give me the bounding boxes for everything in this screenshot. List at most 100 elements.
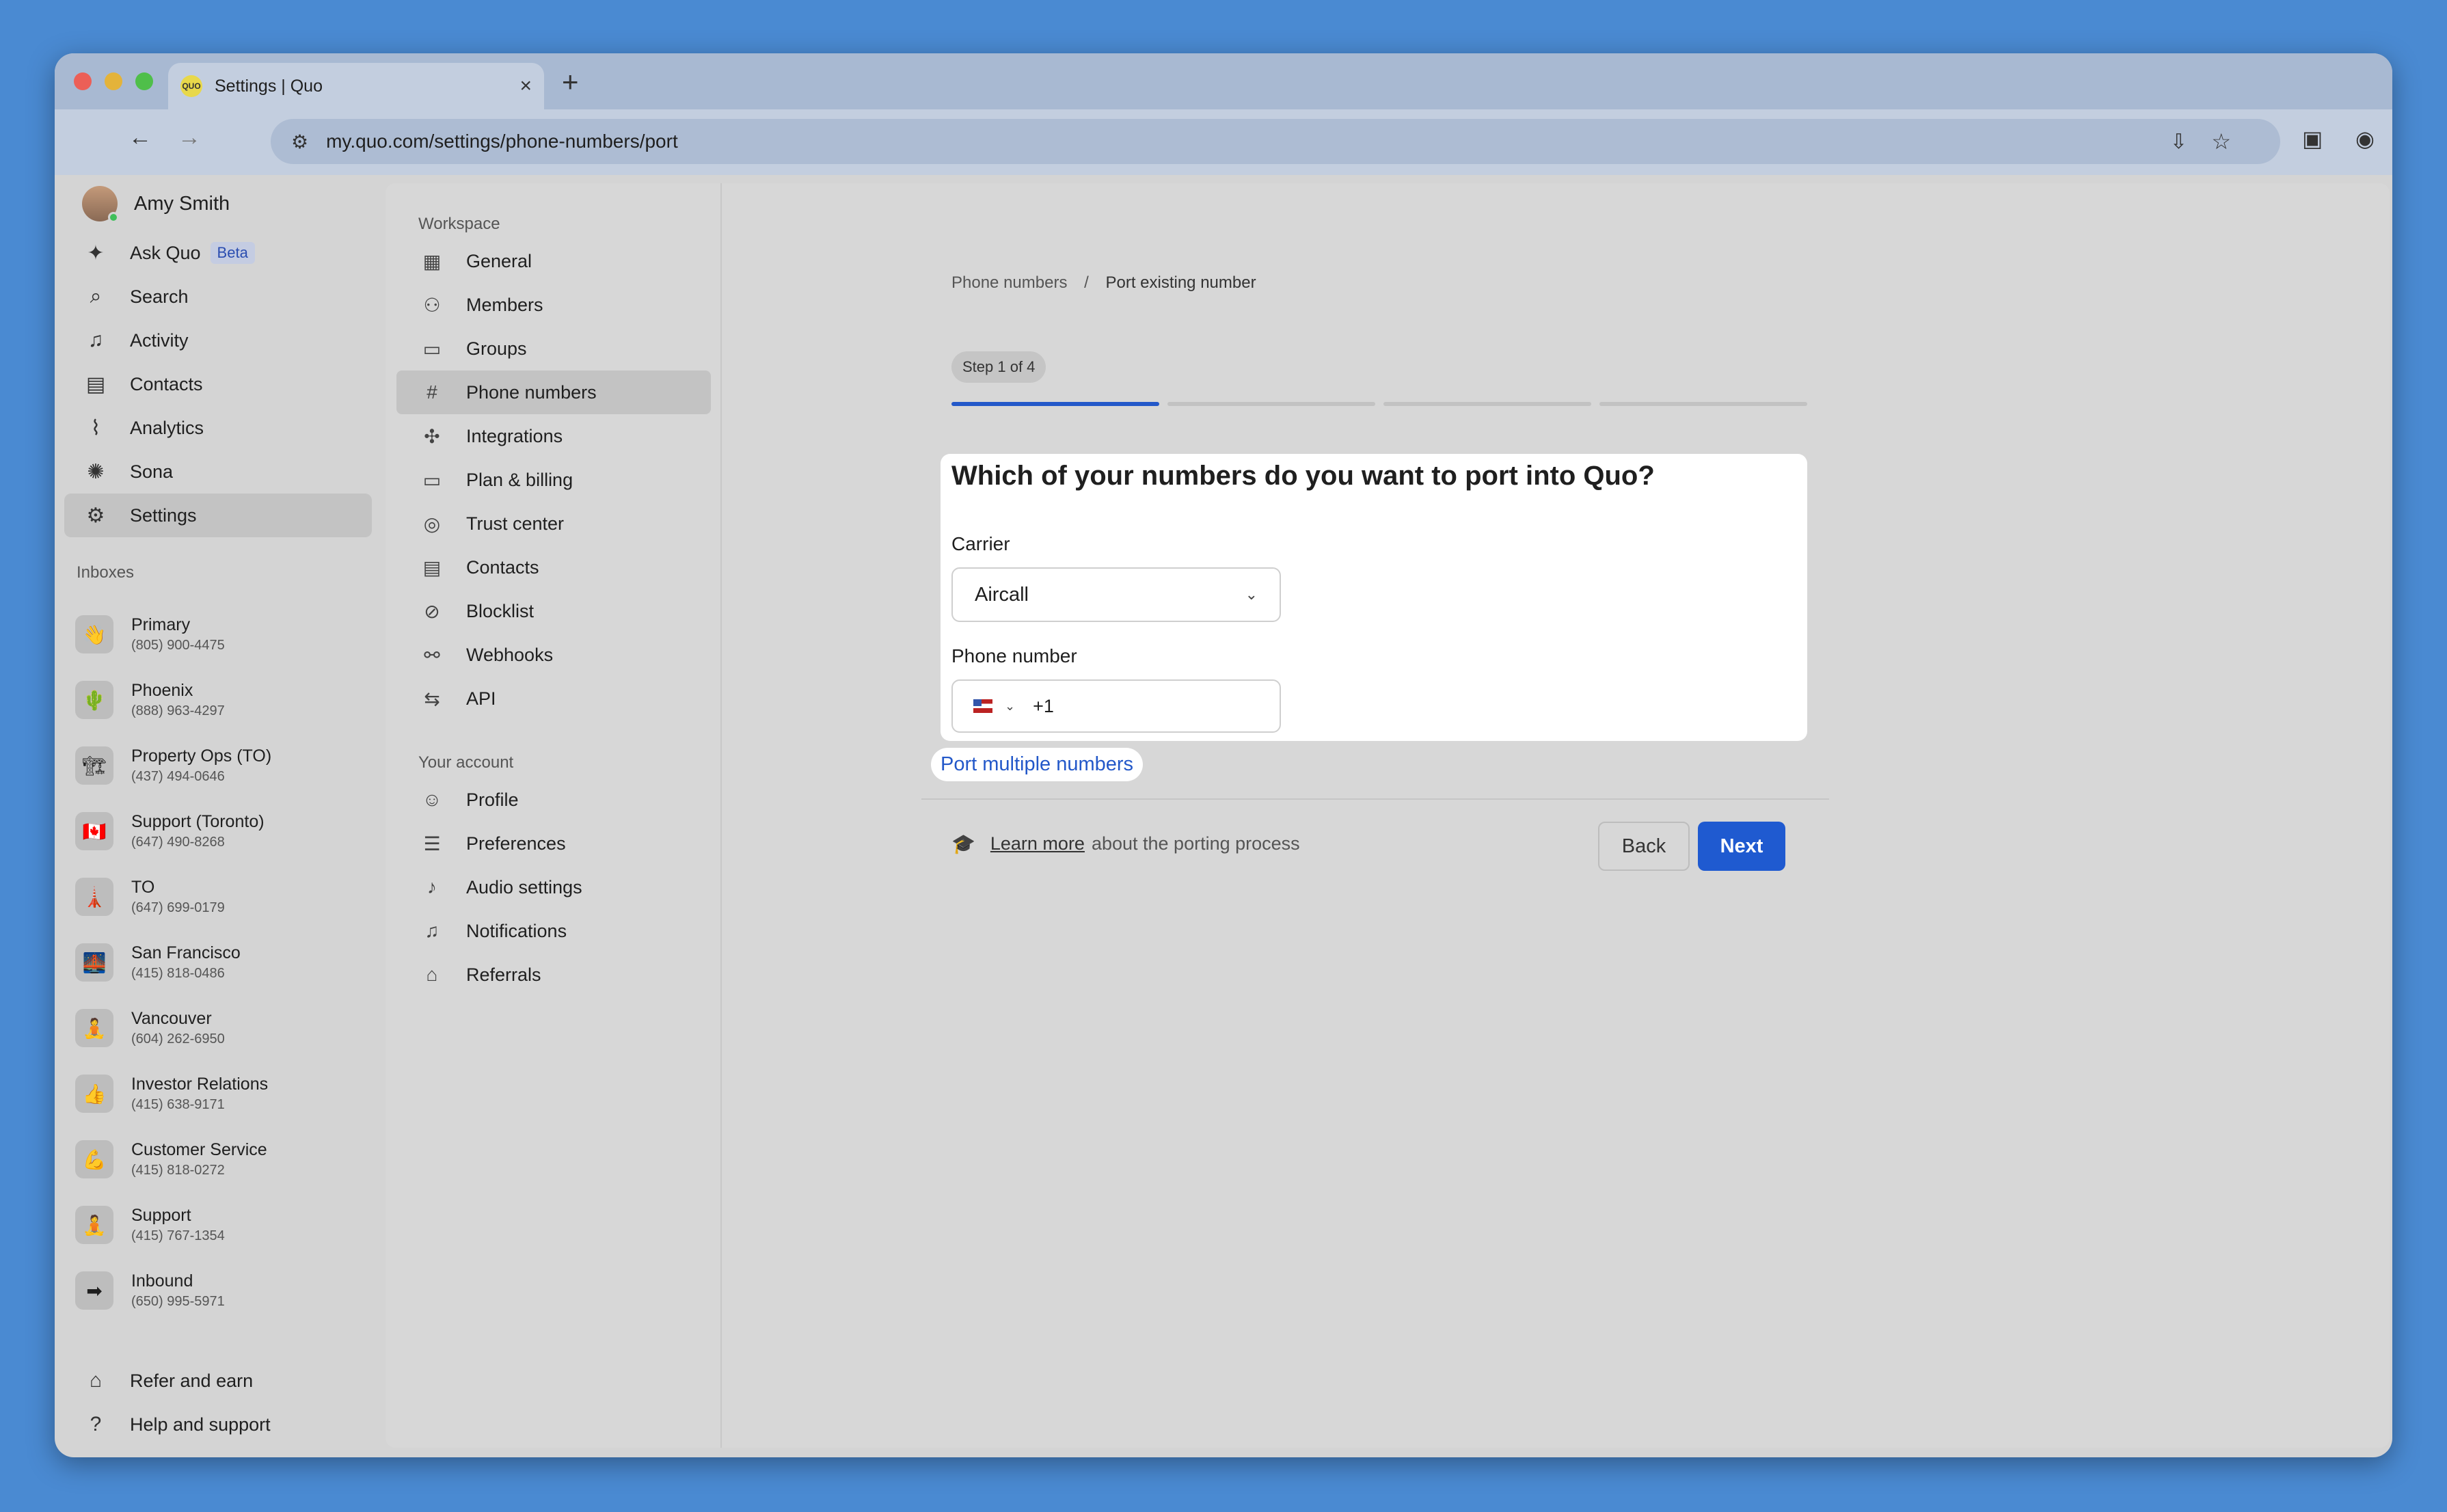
inbox-name: Customer Service xyxy=(131,1140,267,1159)
inbox-phone: (650) 995-5971 xyxy=(131,1294,225,1309)
nav-item-ask-quo[interactable]: ✦ Ask Quo Beta xyxy=(64,231,372,275)
settings-item-audio-settings[interactable]: ♪ Audio settings xyxy=(396,865,711,909)
breadcrumb-current: Port existing number xyxy=(1105,273,1256,292)
settings-item-preferences[interactable]: ☰ Preferences xyxy=(396,822,711,865)
settings-item-integrations[interactable]: ✣ Integrations xyxy=(396,414,711,458)
inbox-item[interactable]: 🌉 San Francisco (415) 818-0486 xyxy=(75,930,376,995)
inbox-item[interactable]: 🏗 Property Ops (TO) (437) 494-0646 xyxy=(75,733,376,798)
settings-item-api[interactable]: ⇆ API xyxy=(396,677,711,720)
inbox-item[interactable]: 💪 Customer Service (415) 818-0272 xyxy=(75,1126,376,1192)
hash-icon: # xyxy=(427,381,437,403)
tab-title: Settings | Quo xyxy=(215,76,323,96)
user-profile[interactable]: Amy Smith xyxy=(82,183,230,224)
port-multiple-numbers-link[interactable]: Port multiple numbers xyxy=(931,748,1144,781)
phone-number-input[interactable]: ⌄ +1 xyxy=(951,679,1281,733)
step-badge: Step 1 of 4 xyxy=(951,351,1046,383)
port-form-card: Which of your numbers do you want to por… xyxy=(941,454,1807,741)
inbox-item[interactable]: 👍 Investor Relations (415) 638-9171 xyxy=(75,1061,376,1126)
settings-item-label: Groups xyxy=(466,338,527,359)
settings-item-label: Webhooks xyxy=(466,644,554,665)
inbox-item[interactable]: 🧘 Support (415) 767-1354 xyxy=(75,1192,376,1258)
sparkle-icon: ✦ xyxy=(87,241,105,265)
inbox-phone: (604) 262-6950 xyxy=(131,1031,225,1047)
address-bar[interactable]: ⚙ my.quo.com/settings/phone-numbers/port… xyxy=(271,119,2280,164)
refer-and-earn-link[interactable]: ⌂ Refer and earn xyxy=(64,1359,372,1403)
settings-item-blocklist[interactable]: ⊘ Blocklist xyxy=(396,589,711,633)
inbox-name: Support xyxy=(131,1206,191,1225)
nav-label: Activity xyxy=(130,329,189,351)
tab-search-icon[interactable]: ▣ xyxy=(2302,126,2323,152)
integrations-icon: ✣ xyxy=(424,425,440,447)
settings-item-label: Members xyxy=(466,294,543,315)
breadcrumb-phone-numbers[interactable]: Phone numbers xyxy=(951,273,1067,292)
settings-item-label: Referrals xyxy=(466,964,541,985)
settings-item-profile[interactable]: ☺ Profile xyxy=(396,778,711,822)
next-button[interactable]: Next xyxy=(1698,822,1785,871)
nav-label: Ask Quo xyxy=(130,242,201,263)
inbox-item[interactable]: 🌵 Phoenix (888) 963-4297 xyxy=(75,667,376,733)
back-arrow-icon[interactable]: ← xyxy=(123,124,157,151)
nav-item-sona[interactable]: ✺ Sona xyxy=(64,450,372,494)
speaker-icon: ♪ xyxy=(427,876,437,897)
settings-item-general[interactable]: ▦ General xyxy=(396,239,711,283)
settings-item-groups[interactable]: ▭ Groups xyxy=(396,327,711,370)
nav-item-settings[interactable]: ⚙ Settings xyxy=(64,494,372,537)
inbox-item[interactable]: 👋 Primary (805) 900-4475 xyxy=(75,602,376,667)
us-flag-icon[interactable] xyxy=(973,699,992,713)
workspace-heading: Workspace xyxy=(418,215,500,233)
settings-item-plan-billing[interactable]: ▭ Plan & billing xyxy=(396,458,711,502)
settings-item-label: Contacts xyxy=(466,556,539,578)
contacts-icon: ▤ xyxy=(422,556,442,578)
credit-card-icon: ▭ xyxy=(422,469,442,491)
inbox-item[interactable]: 🇨🇦 Support (Toronto) (647) 490-8268 xyxy=(75,798,376,864)
nav-item-search[interactable]: ⌕ Search xyxy=(64,275,372,319)
inbox-item[interactable]: 🗼 TO (647) 699-0179 xyxy=(75,864,376,930)
new-tab-button[interactable]: + xyxy=(562,66,579,98)
inbox-item[interactable]: 🧘 Vancouver (604) 262-6950 xyxy=(75,995,376,1061)
carrier-select[interactable]: Aircall ⌄ xyxy=(951,567,1281,622)
breadcrumb-separator: / xyxy=(1084,273,1089,292)
profile-icon[interactable]: ◉ xyxy=(2355,126,2375,152)
nav-item-contacts[interactable]: ▤ Contacts xyxy=(64,362,372,406)
inbox-emoji-icon: 🗼 xyxy=(75,878,113,916)
bookmark-star-icon[interactable]: ☆ xyxy=(2211,129,2231,154)
contacts-icon: ▤ xyxy=(85,373,106,396)
nav-label: Contacts xyxy=(130,373,203,394)
inbox-phone: (805) 900-4475 xyxy=(131,638,225,653)
minimize-window-button[interactable] xyxy=(105,72,122,90)
settings-item-notifications[interactable]: ♫ Notifications xyxy=(396,909,711,953)
settings-item-contacts[interactable]: ▤ Contacts xyxy=(396,545,711,589)
nav-item-activity[interactable]: ♫ Activity xyxy=(64,319,372,362)
nav-item-analytics[interactable]: ⌇ Analytics xyxy=(64,406,372,450)
chevron-down-icon[interactable]: ⌄ xyxy=(1005,699,1015,714)
divider xyxy=(921,798,1829,800)
maximize-window-button[interactable] xyxy=(135,72,153,90)
settings-item-trust-center[interactable]: ◎ Trust center xyxy=(396,502,711,545)
settings-item-label: Notifications xyxy=(466,920,567,941)
workspace-list: ▦ General ⚇ Members ▭ Groups # Phone numbers… xyxy=(396,239,711,720)
back-button[interactable]: Back xyxy=(1598,822,1690,871)
inbox-emoji-icon: 💪 xyxy=(75,1140,113,1178)
settings-item-referrals[interactable]: ⌂ Referrals xyxy=(396,953,711,997)
settings-item-webhooks[interactable]: ⚯ Webhooks xyxy=(396,633,711,677)
settings-item-phone-numbers[interactable]: # Phone numbers xyxy=(396,370,711,414)
building-icon: ▦ xyxy=(422,250,442,272)
beta-badge: Beta xyxy=(210,242,255,264)
close-window-button[interactable] xyxy=(74,72,92,90)
inbox-emoji-icon: 🧘 xyxy=(75,1206,113,1244)
carrier-label: Carrier xyxy=(951,533,1010,554)
browser-tab[interactable]: QUO Settings | Quo × xyxy=(168,63,544,109)
learn-more-link[interactable]: Learn more xyxy=(990,833,1085,854)
inbox-item[interactable]: ➡ Inbound (650) 995-5971 xyxy=(75,1258,376,1323)
main-nav: ✦ Ask Quo Beta ⌕ Search ♫ Activity ▤ Con… xyxy=(64,231,372,537)
install-app-icon[interactable]: ⇩ xyxy=(2170,130,2187,154)
site-settings-icon[interactable]: ⚙ xyxy=(291,131,308,153)
progress-segment xyxy=(1599,402,1807,406)
settings-item-members[interactable]: ⚇ Members xyxy=(396,283,711,327)
help-and-support-link[interactable]: ? Help and support xyxy=(64,1403,372,1446)
browser-window: QUO Settings | Quo × + ← → ⚙ my.quo.com/… xyxy=(55,53,2392,1457)
inbox-emoji-icon: ➡ xyxy=(75,1271,113,1310)
close-tab-icon[interactable]: × xyxy=(519,75,532,98)
forward-arrow-icon[interactable]: → xyxy=(172,124,206,151)
online-status-dot xyxy=(108,212,119,223)
